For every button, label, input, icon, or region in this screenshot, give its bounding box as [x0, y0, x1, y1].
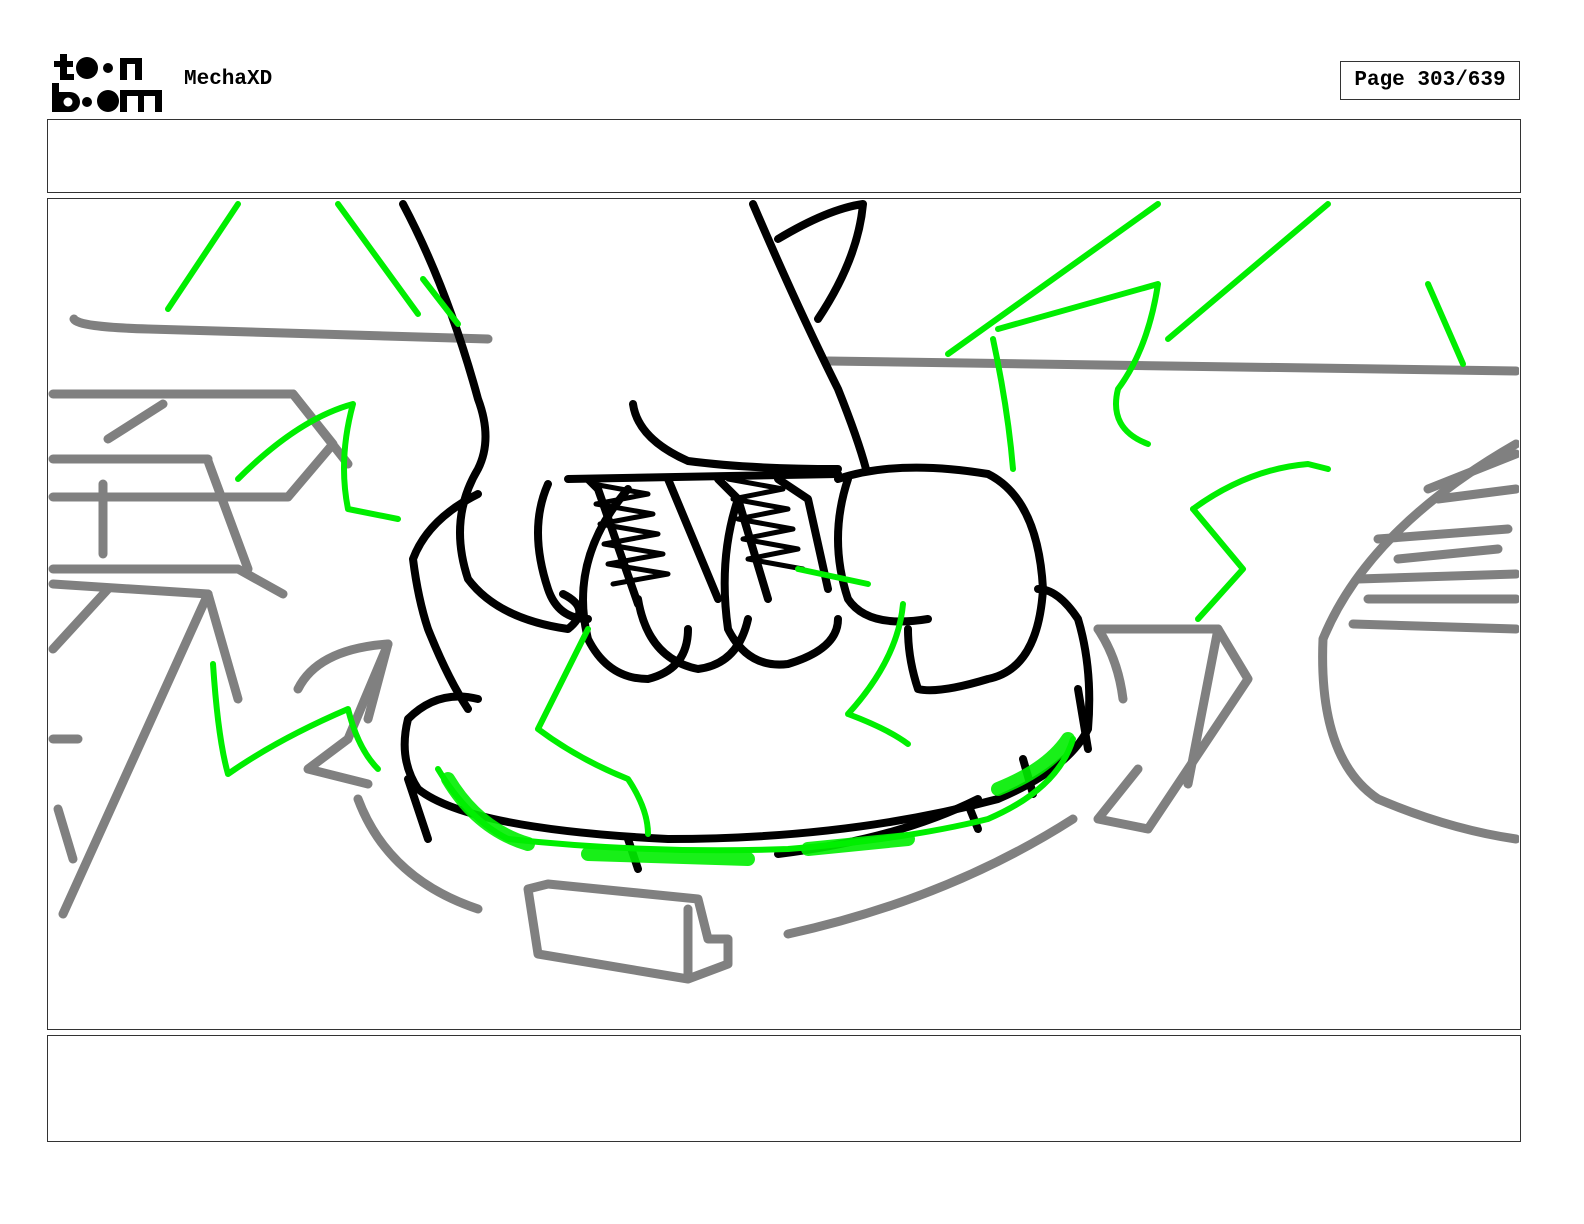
storyboard-panel-image	[47, 198, 1521, 1030]
project-title: MechaXD	[184, 68, 273, 91]
page-counter: Page 303/639	[1340, 61, 1520, 100]
storyboard-sketch	[48, 200, 1519, 984]
notes-box	[47, 1035, 1521, 1142]
background-scenery	[48, 314, 1519, 984]
dialogue-box	[47, 119, 1521, 193]
toon-boom-logo	[52, 54, 162, 112]
